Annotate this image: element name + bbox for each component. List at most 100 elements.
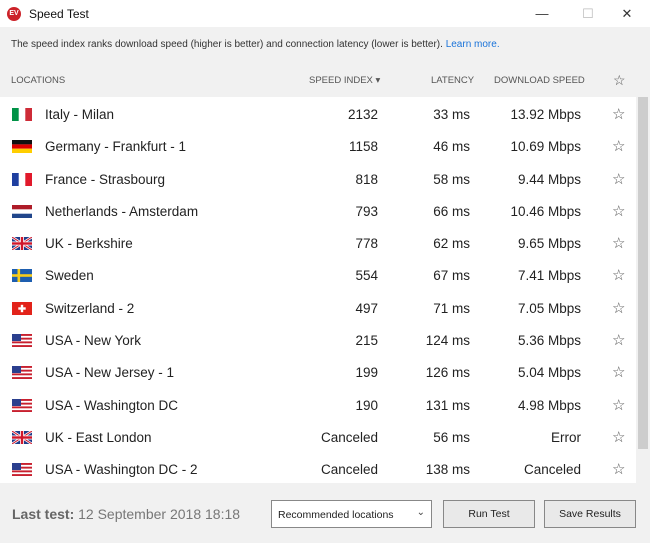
speed-index-value: 190 (355, 397, 378, 413)
location-name: Italy - Milan (45, 107, 115, 122)
app-logo-icon: EV (7, 6, 21, 21)
download-speed-value: 13.92 Mbps (510, 107, 581, 122)
favorite-star-icon[interactable]: ☆ (612, 363, 625, 381)
latency-value: 58 ms (433, 171, 470, 187)
latency-value: 124 ms (425, 333, 470, 349)
favorites-header-star-icon[interactable]: ☆ (613, 72, 626, 89)
location-name: USA - New York (45, 333, 142, 349)
latency-value: 67 ms (433, 268, 470, 284)
favorite-star-icon[interactable]: ☆ (612, 299, 625, 317)
location-row[interactable]: France - Strasbourg 818 58 ms 9.44 Mbps ☆ (0, 162, 636, 194)
latency-value: 126 ms (425, 365, 470, 381)
minimize-button[interactable]: — (519, 0, 565, 27)
location-row[interactable]: Netherlands - Amsterdam 793 66 ms 10.46 Mbp… (0, 194, 636, 226)
location-row[interactable]: Sweden 554 67 ms 7.41 Mbps ☆ (0, 258, 636, 290)
learn-more-link[interactable]: Learn more. (446, 39, 500, 50)
download-speed-value: 4.98 Mbps (517, 397, 581, 413)
location-row[interactable]: Switzerland - 2 497 71 ms 7.05 Mbps ☆ (0, 291, 636, 323)
latency-value: 66 ms (433, 203, 470, 219)
speed-index-value: 215 (355, 333, 378, 349)
favorite-star-icon[interactable]: ☆ (612, 137, 625, 155)
favorite-star-icon[interactable]: ☆ (612, 460, 625, 478)
location-row[interactable]: Italy - Milan 2132 33 ms 13.92 Mbps ☆ (0, 97, 636, 129)
location-row[interactable]: UK - East London Canceled 56 ms Error ☆ (0, 420, 636, 452)
location-name: UK - Berkshire (45, 236, 133, 252)
speed-index-value: 554 (355, 268, 378, 284)
location-row[interactable]: USA - Washington DC 190 131 ms 4.98 Mbps ☆ (0, 388, 636, 420)
speed-index-value: Canceled (320, 462, 378, 478)
favorite-star-icon[interactable]: ☆ (612, 170, 625, 188)
favorite-star-icon[interactable]: ☆ (612, 202, 625, 220)
download-speed-value: 5.04 Mbps (517, 365, 581, 381)
latency-value: 33 ms (433, 107, 470, 122)
column-header-latency[interactable]: LATENCY (431, 75, 474, 86)
speed-index-value: 778 (355, 236, 378, 252)
window-title: Speed Test (29, 6, 89, 21)
save-results-button[interactable]: Save Results (544, 500, 636, 528)
scrollbar-thumb[interactable] (638, 97, 648, 449)
run-test-button[interactable]: Run Test (443, 500, 535, 528)
latency-value: 56 ms (433, 429, 470, 445)
favorite-star-icon[interactable]: ☆ (612, 428, 625, 446)
download-speed-value: 7.05 Mbps (517, 300, 581, 316)
download-speed-value: 10.69 Mbps (510, 139, 581, 155)
speed-index-value: 199 (355, 365, 378, 381)
location-name: USA - Washington DC - 2 (45, 462, 198, 478)
locations-list: Italy - Milan 2132 33 ms 13.92 Mbps ☆ Germany… (0, 97, 636, 483)
favorite-star-icon[interactable]: ☆ (612, 396, 625, 414)
latency-value: 62 ms (433, 236, 470, 252)
de-flag-icon (12, 140, 32, 154)
location-name: USA - Washington DC (45, 397, 179, 413)
nl-flag-icon (12, 204, 32, 218)
column-header-download-speed[interactable]: DOWNLOAD SPEED (494, 75, 585, 86)
us-flag-icon (12, 334, 32, 348)
favorite-star-icon[interactable]: ☆ (612, 266, 625, 284)
speed-index-value: Canceled (320, 429, 378, 445)
download-speed-value: 10.46 Mbps (510, 203, 581, 219)
info-text: The speed index ranks download speed (hi… (11, 39, 446, 50)
close-button[interactable]: ✕ (604, 0, 650, 27)
us-flag-icon (12, 398, 32, 412)
latency-value: 131 ms (425, 397, 470, 413)
title-bar: EV Speed Test — ☐ ✕ (0, 0, 650, 27)
download-speed-value: 5.36 Mbps (517, 333, 581, 349)
location-name: USA - New Jersey - 1 (45, 365, 175, 381)
location-name: France - Strasbourg (45, 171, 166, 187)
latency-value: 138 ms (425, 462, 470, 478)
location-name: Sweden (45, 268, 94, 284)
favorite-star-icon[interactable]: ☆ (612, 105, 625, 123)
download-speed-value: 7.41 Mbps (517, 268, 581, 284)
uk-flag-icon (12, 237, 32, 251)
ch-flag-icon (12, 301, 32, 315)
favorite-star-icon[interactable]: ☆ (612, 234, 625, 252)
speed-index-value: 1158 (348, 139, 378, 155)
speed-index-value: 818 (355, 171, 378, 187)
location-row[interactable]: USA - New Jersey - 1 199 126 ms 5.04 Mbps ☆ (0, 355, 636, 387)
last-test-date: 12 September 2018 18:18 (74, 506, 241, 522)
fr-flag-icon (12, 172, 32, 186)
download-speed-value: Canceled (523, 462, 581, 478)
location-row[interactable]: USA - Washington DC - 2 Canceled 138 ms Can… (0, 452, 636, 483)
location-row[interactable]: UK - Berkshire 778 62 ms 9.65 Mbps ☆ (0, 226, 636, 258)
info-banner: The speed index ranks download speed (hi… (0, 27, 650, 63)
se-flag-icon (12, 269, 32, 283)
us-flag-icon (12, 463, 32, 477)
column-header-speed-index[interactable]: SPEED INDEX ▾ (309, 75, 380, 86)
favorite-star-icon[interactable]: ☆ (612, 331, 625, 349)
location-name: UK - East London (45, 429, 152, 445)
uk-flag-icon (12, 430, 32, 444)
location-row[interactable]: USA - New York 215 124 ms 5.36 Mbps ☆ (0, 323, 636, 355)
footer-bar: Last test: 12 September 2018 18:18 Recom… (0, 483, 650, 543)
location-name: Germany - Frankfurt - 1 (45, 139, 187, 155)
column-header-locations[interactable]: LOCATIONS (11, 75, 65, 86)
chevron-down-icon: ⌄ (416, 507, 425, 518)
location-row[interactable]: Germany - Frankfurt - 1 1158 46 ms 10.69 Mb… (0, 129, 636, 161)
latency-value: 46 ms (433, 139, 470, 155)
location-name: Netherlands - Amsterdam (45, 203, 199, 219)
speed-index-value: 497 (355, 300, 378, 316)
table-header: LOCATIONS SPEED INDEX ▾ LATENCY DOWNLOAD… (0, 63, 650, 97)
location-filter-dropdown[interactable]: Recommended locations ⌄ (271, 500, 432, 528)
speed-index-value: 2132 (347, 107, 378, 122)
us-flag-icon (12, 366, 32, 380)
latency-value: 71 ms (433, 300, 470, 316)
